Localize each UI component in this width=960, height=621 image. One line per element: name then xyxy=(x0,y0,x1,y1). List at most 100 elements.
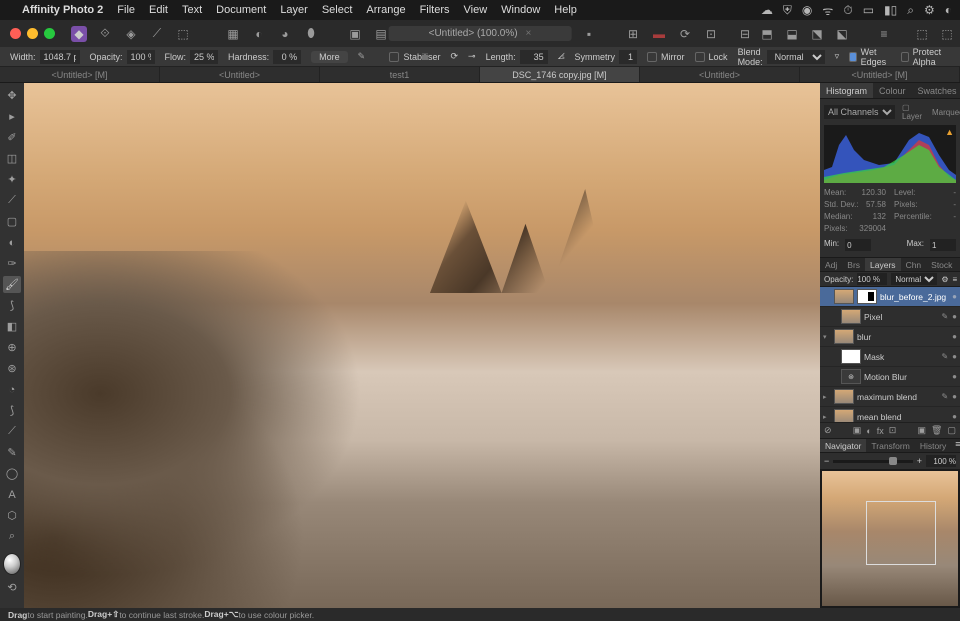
tab-transform[interactable]: Transform xyxy=(866,439,914,452)
fill-tool-icon[interactable]: ⟆ xyxy=(3,297,21,314)
zoom-in-icon[interactable]: + xyxy=(917,456,922,466)
menu-help[interactable]: Help xyxy=(554,4,577,16)
paintbrush-tool-icon[interactable]: 🖌 xyxy=(3,276,21,293)
toolbar-snap2-icon[interactable]: ▬ xyxy=(651,26,667,42)
move-tool-icon[interactable]: ✥ xyxy=(3,87,21,104)
layerbot-adj-icon[interactable]: ◐ xyxy=(866,426,871,436)
layer-row[interactable]: ▸maximum blend✎● xyxy=(820,387,960,407)
tab-chn[interactable]: Chn xyxy=(901,258,927,271)
toolbar-align1-icon[interactable]: ≡ xyxy=(876,26,892,42)
layer-chevron-icon[interactable]: ▾ xyxy=(823,333,831,341)
layerbot-link-icon[interactable]: ⊘ xyxy=(824,425,832,436)
doc-close-icon[interactable]: × xyxy=(526,28,532,39)
persona-photo-icon[interactable]: ◆ xyxy=(71,26,87,42)
layer-visibility-icon[interactable]: ● xyxy=(952,292,957,301)
zoom-out-icon[interactable]: − xyxy=(824,456,829,466)
layer-cog-icon[interactable]: ⚙ xyxy=(941,275,948,284)
artistic-text-tool-icon[interactable]: ▸ xyxy=(3,108,21,125)
persona-tone-icon[interactable]: ⟋ xyxy=(149,26,165,42)
menu-window[interactable]: Window xyxy=(501,4,540,16)
tab-layers[interactable]: Layers xyxy=(865,258,901,271)
layer-row[interactable]: ▸mean blend● xyxy=(820,407,960,422)
tab-stock[interactable]: Stock xyxy=(926,258,957,271)
channels-select[interactable]: All Channels xyxy=(824,105,895,119)
layer-chevron-icon[interactable]: ▸ xyxy=(823,393,831,401)
menu-arrange[interactable]: Arrange xyxy=(366,4,405,16)
pen-tool-icon[interactable]: ✑ xyxy=(3,255,21,272)
layer-toggle[interactable]: ▢ Layer xyxy=(899,103,925,121)
clone-tool-icon[interactable]: ⊕ xyxy=(3,339,21,356)
more-button[interactable]: More xyxy=(311,51,348,63)
status-control-icon[interactable]: ⚙ xyxy=(924,3,935,17)
toolbar-autowhite-icon[interactable]: ⬮ xyxy=(303,26,319,42)
swap-colors-icon[interactable]: ⟲ xyxy=(3,579,21,596)
status-wifi-icon[interactable]: ᯤ xyxy=(822,2,833,19)
menu-document[interactable]: Document xyxy=(216,4,266,16)
app-name[interactable]: Affinity Photo 2 xyxy=(22,4,103,16)
doc-tab-1[interactable]: <Untitled> xyxy=(160,67,320,82)
close-window-button[interactable] xyxy=(10,28,21,39)
tab-swatches[interactable]: Swatches xyxy=(912,83,960,98)
tab-histogram[interactable]: Histogram xyxy=(820,83,873,98)
menu-text[interactable]: Text xyxy=(182,4,202,16)
menu-filters[interactable]: Filters xyxy=(420,4,450,16)
doc-tab-5[interactable]: <Untitled> [M] xyxy=(800,67,960,82)
menu-file[interactable]: File xyxy=(117,4,135,16)
status-cloud-icon[interactable]: ☁ xyxy=(761,3,773,17)
layer-row[interactable]: Pixel✎● xyxy=(820,307,960,327)
text-tool-icon[interactable]: A xyxy=(3,486,21,503)
blendmode-select[interactable]: Normal xyxy=(767,50,825,64)
brush-preview-icon[interactable]: ✎ xyxy=(358,51,366,62)
symmetry-icon[interactable]: ⦞ xyxy=(558,51,565,62)
tab-colour[interactable]: Colour xyxy=(873,83,912,98)
navigator-viewport[interactable] xyxy=(866,501,937,566)
length-input[interactable] xyxy=(520,50,548,64)
toolbar-assist-icon[interactable]: ⊟ xyxy=(737,26,753,42)
status-battery-icon[interactable]: ▮▯ xyxy=(884,3,897,17)
doc-tab-2[interactable]: test1 xyxy=(320,67,480,82)
ctx-icon1[interactable]: ▿ xyxy=(835,51,840,62)
doc-tab-0[interactable]: <Untitled> [M] xyxy=(0,67,160,82)
mirror-check[interactable] xyxy=(647,52,657,62)
dodge-tool-icon[interactable]: ◔ xyxy=(3,381,21,398)
status-search-icon[interactable]: ⌕ xyxy=(907,3,914,18)
toolbar-arrange4-icon[interactable]: ⬕ xyxy=(834,26,850,42)
stabiliser-mode2-icon[interactable]: ⊸ xyxy=(468,51,476,62)
toolbar-arrange2-icon[interactable]: ⬓ xyxy=(784,26,800,42)
hardness-input[interactable] xyxy=(273,50,301,64)
selection-tool-icon[interactable]: ✦ xyxy=(3,171,21,188)
layer-edit-icon[interactable]: ✎ xyxy=(941,312,948,321)
eraser-tool-icon[interactable]: ◧ xyxy=(3,318,21,335)
tab-navigator[interactable]: Navigator xyxy=(820,439,866,452)
layerbot-crop-icon[interactable]: ⊡ xyxy=(889,425,897,436)
status-display-icon[interactable]: ▭ xyxy=(863,3,874,17)
layer-visibility-icon[interactable]: ● xyxy=(952,372,957,381)
protectalpha-check[interactable] xyxy=(901,52,909,62)
lock-check[interactable] xyxy=(695,52,705,62)
minimize-window-button[interactable] xyxy=(27,28,38,39)
tab-history[interactable]: History xyxy=(915,439,951,452)
tab-adj[interactable]: Adj xyxy=(820,258,842,271)
layer-row[interactable]: ⊛Motion Blur● xyxy=(820,367,960,387)
layerbot-mask-icon[interactable]: ▣ xyxy=(853,425,862,436)
crop-tool-icon[interactable]: ◫ xyxy=(3,150,21,167)
persona-liquify-icon[interactable]: ⟐ xyxy=(97,26,113,42)
persona-develop-icon[interactable]: ◈ xyxy=(123,26,139,42)
layerbot-delete-icon[interactable]: 🗑 xyxy=(931,425,942,436)
menu-select[interactable]: Select xyxy=(322,4,353,16)
zoom-slider[interactable] xyxy=(833,460,912,463)
toolbar-arrange3-icon[interactable]: ⬔ xyxy=(809,26,825,42)
toolbar-grp2-icon[interactable]: ⬚ xyxy=(939,26,955,42)
toolbar-grp1-icon[interactable]: ⬚ xyxy=(914,26,930,42)
layer-blend-select[interactable]: Normal xyxy=(891,273,937,285)
shape-tool-icon[interactable]: ◯ xyxy=(3,465,21,482)
status-shield-icon[interactable]: ⛨ xyxy=(783,3,792,18)
layer-row[interactable]: ▾blur● xyxy=(820,327,960,347)
toolbar-snap4-icon[interactable]: ⊡ xyxy=(703,26,719,42)
toolbar-snap3-icon[interactable]: ⟳ xyxy=(677,26,693,42)
menu-edit[interactable]: Edit xyxy=(149,4,168,16)
zoom-input[interactable] xyxy=(926,455,956,467)
colorpicker-tool-icon[interactable]: ✐ xyxy=(3,129,21,146)
wetedges-check[interactable] xyxy=(849,52,857,62)
toolbar-selection1-icon[interactable]: ▣ xyxy=(347,26,363,42)
